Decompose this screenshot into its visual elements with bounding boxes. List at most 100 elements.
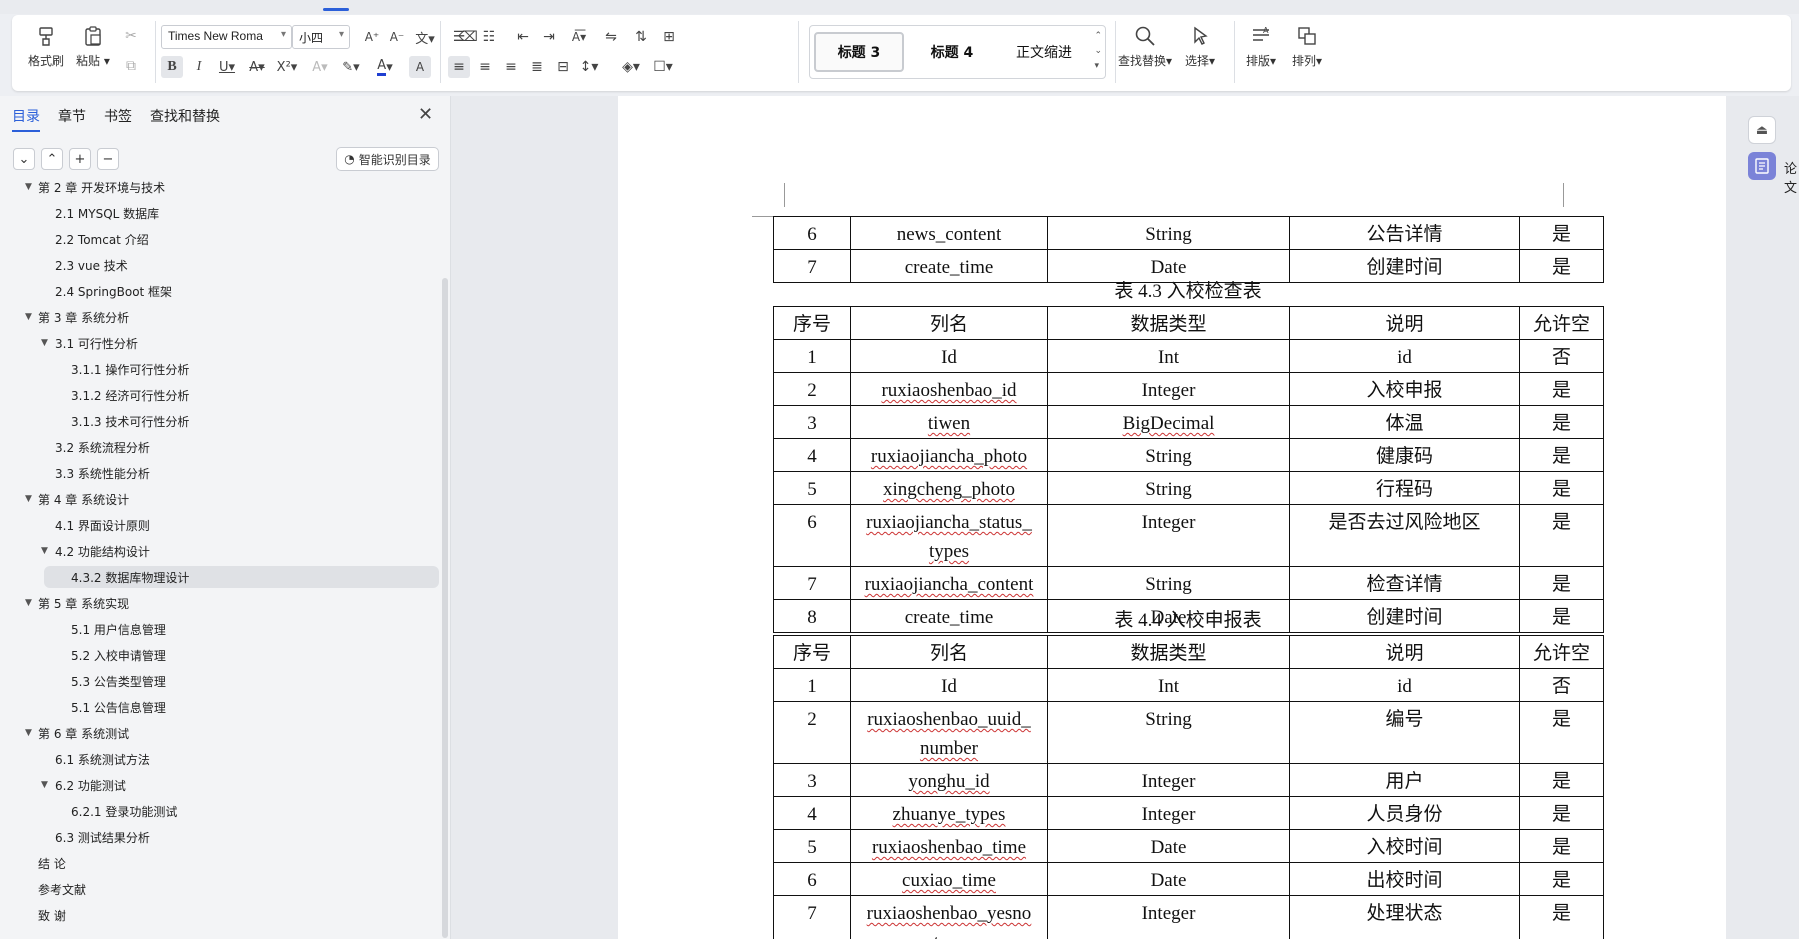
- bullet-list-icon[interactable]: ☰: [448, 26, 470, 48]
- text-direction-icon[interactable]: ⇋: [600, 26, 622, 48]
- number-list-icon[interactable]: ☷: [478, 26, 500, 48]
- border-icon[interactable]: ☐▾: [652, 56, 674, 78]
- align-center-icon[interactable]: ≡: [474, 56, 496, 78]
- expand-triangle-icon[interactable]: ▼: [25, 728, 32, 738]
- sort-icon[interactable]: ⇅: [630, 26, 652, 48]
- cut-icon[interactable]: ✂: [120, 25, 142, 47]
- tab-chapters[interactable]: 章节: [58, 106, 86, 132]
- thesis-panel-icon[interactable]: [1748, 152, 1776, 180]
- toc-item[interactable]: 4.1 界面设计原则: [55, 514, 150, 536]
- tab-bookmarks[interactable]: 书签: [104, 106, 132, 132]
- line-spacing-icon[interactable]: ↕▾: [578, 56, 600, 78]
- toc-item[interactable]: 3.1.2 经济可行性分析: [71, 384, 189, 406]
- toc-item[interactable]: 5.1 用户信息管理: [71, 618, 166, 640]
- tab-find-replace[interactable]: 查找和替换: [150, 106, 220, 132]
- increase-indent-icon[interactable]: ⇥: [538, 26, 560, 48]
- toc-item[interactable]: 5.2 入校申请管理: [71, 644, 166, 666]
- expand-triangle-icon[interactable]: ▼: [25, 598, 32, 608]
- gallery-scroll-icons[interactable]: ⌃ ⌄ ▾: [1094, 29, 1102, 74]
- format-painter-button[interactable]: 格式刷: [28, 23, 64, 69]
- expand-triangle-icon[interactable]: ▼: [41, 338, 48, 348]
- nav-scrollbar[interactable]: [442, 278, 448, 938]
- toc-item[interactable]: 结 论: [38, 852, 66, 874]
- show-marks-icon[interactable]: ⊞: [658, 26, 680, 48]
- toc-item[interactable]: 4.3.2 数据库物理设计: [44, 566, 439, 588]
- underline-icon[interactable]: U▾: [216, 56, 238, 78]
- toc-item[interactable]: 参考文献: [38, 878, 86, 900]
- text-effect-icon[interactable]: A▾: [309, 56, 331, 78]
- toc-item[interactable]: ▼ 第 2 章 开发环境与技术: [25, 176, 165, 198]
- style-body-indent[interactable]: 正文缩进: [1000, 32, 1088, 72]
- table-4-4: 序号 列名 数据类型 说明 允许空 1 Id Int id 否 2 ruxiaoshenbao_uui…: [773, 635, 1604, 939]
- toc-item[interactable]: 5.1 公告信息管理: [71, 696, 166, 718]
- select-button[interactable]: 选择▾: [1185, 23, 1215, 69]
- toc-item[interactable]: 6.3 测试结果分析: [55, 826, 150, 848]
- expand-triangle-icon[interactable]: ▼: [25, 312, 32, 322]
- toc-item[interactable]: 6.1 系统测试方法: [55, 748, 150, 770]
- toc-item[interactable]: 2.4 SpringBoot 框架: [55, 280, 172, 302]
- header-cell-description: 说明: [1289, 306, 1520, 340]
- char-shading-icon[interactable]: A: [409, 56, 431, 78]
- superscript-icon[interactable]: X²▾: [276, 56, 298, 78]
- collapse-ribbon-icon[interactable]: ⏏: [1748, 116, 1776, 144]
- collapse-all-button[interactable]: ⌄: [13, 148, 35, 170]
- nav-tabs: 目录 章节 书签 查找和替换: [12, 106, 220, 132]
- toc-item[interactable]: ▼ 第 6 章 系统测试: [25, 722, 129, 744]
- toc-item[interactable]: ▼ 第 4 章 系统设计: [25, 488, 129, 510]
- paste-button[interactable]: 粘贴 ▾: [76, 23, 110, 69]
- toc-item[interactable]: 致 谢: [38, 904, 66, 926]
- cell-seq: 2: [773, 701, 851, 764]
- style-heading-3[interactable]: 标题 3: [814, 32, 904, 72]
- toc-item[interactable]: ▼ 6.2 功能测试: [41, 774, 126, 796]
- shading-icon[interactable]: ◈▾: [620, 56, 642, 78]
- grow-font-icon[interactable]: A⁺: [361, 26, 383, 48]
- arrange-button[interactable]: 排列▾: [1292, 23, 1322, 69]
- toc-item[interactable]: ▼ 第 5 章 系统实现: [25, 592, 129, 614]
- copy-icon[interactable]: ⧉: [120, 55, 142, 77]
- move-up-button[interactable]: ⌃: [41, 148, 63, 170]
- toc-item[interactable]: 2.1 MYSQL 数据库: [55, 202, 159, 224]
- table-header-row: 序号 列名 数据类型 说明 允许空: [773, 635, 1604, 669]
- bold-icon[interactable]: B: [161, 56, 183, 78]
- strikethrough-icon[interactable]: A▾: [246, 56, 268, 78]
- font-name-select[interactable]: Times New Roma ▾: [161, 25, 292, 49]
- header-cell-data-type: 数据类型: [1047, 635, 1290, 669]
- add-level-button[interactable]: +: [69, 148, 91, 170]
- italic-icon[interactable]: I: [188, 56, 210, 78]
- font-size-select[interactable]: 小四 ▾: [292, 25, 350, 49]
- toc-item[interactable]: 2.2 Tomcat 介绍: [55, 228, 149, 250]
- chinese-layout-icon[interactable]: A͞▾: [568, 26, 590, 48]
- toc-item[interactable]: 6.2.1 登录功能测试: [71, 800, 177, 822]
- align-right-icon[interactable]: ≡: [500, 56, 522, 78]
- toc-item[interactable]: 3.3 系统性能分析: [55, 462, 150, 484]
- expand-triangle-icon[interactable]: ▼: [41, 546, 48, 556]
- cell-nullable: 是: [1519, 504, 1604, 567]
- close-icon[interactable]: ✕: [418, 104, 433, 125]
- phonetic-icon[interactable]: 文▾: [414, 26, 436, 48]
- decrease-indent-icon[interactable]: ⇤: [512, 26, 534, 48]
- expand-triangle-icon[interactable]: ▼: [41, 780, 48, 790]
- remove-level-button[interactable]: −: [97, 148, 119, 170]
- smart-toc-button[interactable]: ◔ 智能识别目录: [336, 147, 439, 171]
- find-replace-button[interactable]: 查找替换▾: [1118, 23, 1172, 69]
- expand-triangle-icon[interactable]: ▼: [25, 182, 32, 192]
- toc-item[interactable]: 2.3 vue 技术: [55, 254, 128, 276]
- toc-item[interactable]: 3.1.3 技术可行性分析: [71, 410, 189, 432]
- tab-toc[interactable]: 目录: [12, 106, 40, 132]
- thesis-panel-label[interactable]: 论文: [1784, 158, 1799, 196]
- toc-item[interactable]: 5.3 公告类型管理: [71, 670, 166, 692]
- layout-button[interactable]: A 排版▾: [1246, 23, 1276, 69]
- toc-item[interactable]: 3.1.1 操作可行性分析: [71, 358, 189, 380]
- toc-item[interactable]: ▼ 第 3 章 系统分析: [25, 306, 129, 328]
- highlight-icon[interactable]: ✎▾: [340, 56, 362, 78]
- shrink-font-icon[interactable]: A⁻: [386, 26, 408, 48]
- distribute-icon[interactable]: ⊟: [552, 56, 574, 78]
- justify-icon[interactable]: ≣: [526, 56, 548, 78]
- align-left-icon[interactable]: ≡: [448, 56, 470, 78]
- font-color-icon[interactable]: A ▾: [374, 56, 396, 78]
- expand-triangle-icon[interactable]: ▼: [25, 494, 32, 504]
- toc-item[interactable]: ▼ 4.2 功能结构设计: [41, 540, 150, 562]
- toc-item[interactable]: ▼ 3.1 可行性分析: [41, 332, 138, 354]
- toc-item[interactable]: 3.2 系统流程分析: [55, 436, 150, 458]
- style-heading-4[interactable]: 标题 4: [908, 32, 996, 72]
